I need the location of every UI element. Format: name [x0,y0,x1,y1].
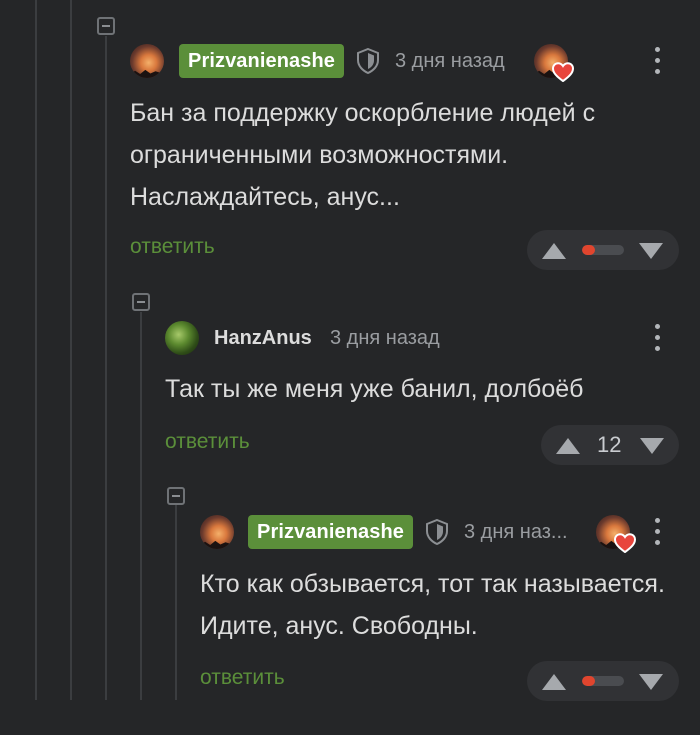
shield-icon [426,519,448,545]
upvote-icon[interactable] [542,243,566,259]
rating-count: 12 [597,432,622,457]
vote-widget [527,661,679,701]
reply-link[interactable]: ответить [165,427,250,457]
avatar[interactable] [165,321,199,355]
comment-text: Кто как обзывается, тот так называется. … [200,570,665,640]
vote-widget [527,230,679,270]
comment-time: 3 дня наз... [464,521,568,543]
more-options-icon[interactable] [654,518,662,546]
avatar[interactable] [130,44,164,78]
rating-bar-negative [582,245,595,255]
comment-time: 3 дня назад [330,327,440,349]
vote-widget: 12 [541,425,679,465]
collapse-thread-button[interactable] [97,17,115,35]
reaction-avatar[interactable] [534,44,574,82]
downvote-icon[interactable] [640,438,664,454]
collapse-thread-button[interactable] [132,293,150,311]
heart-icon [552,62,574,82]
avatar[interactable] [200,515,234,549]
more-options-icon[interactable] [654,47,662,75]
rating-bar [582,245,624,255]
author-name[interactable]: Prizvanienashe [179,44,345,78]
upvote-icon[interactable] [542,674,566,690]
author-name[interactable]: Prizvanienashe [248,515,414,549]
comment-text: Бан за поддержку оскорбление людей с огр… [130,99,596,211]
thread-line [175,505,177,700]
author-name[interactable]: HanzAnus [214,321,312,355]
reply-link[interactable]: ответить [130,232,215,262]
downvote-icon[interactable] [639,674,663,690]
thread-line [70,0,72,700]
comment-time: 3 дня назад [395,50,505,72]
more-options-icon[interactable] [654,324,662,352]
comment-text: Так ты же меня уже банил, долбоёб [165,375,584,403]
collapse-thread-button[interactable] [167,487,185,505]
reply-link[interactable]: ответить [200,663,285,693]
rating-bar-negative [582,676,595,686]
reaction-avatar[interactable] [596,515,636,553]
rating-bar [582,676,624,686]
thread-line [140,312,142,700]
thread-line [105,36,107,700]
upvote-icon[interactable] [556,438,580,454]
downvote-icon[interactable] [639,243,663,259]
heart-icon [614,533,636,553]
thread-line [35,0,37,700]
shield-icon [357,48,379,74]
